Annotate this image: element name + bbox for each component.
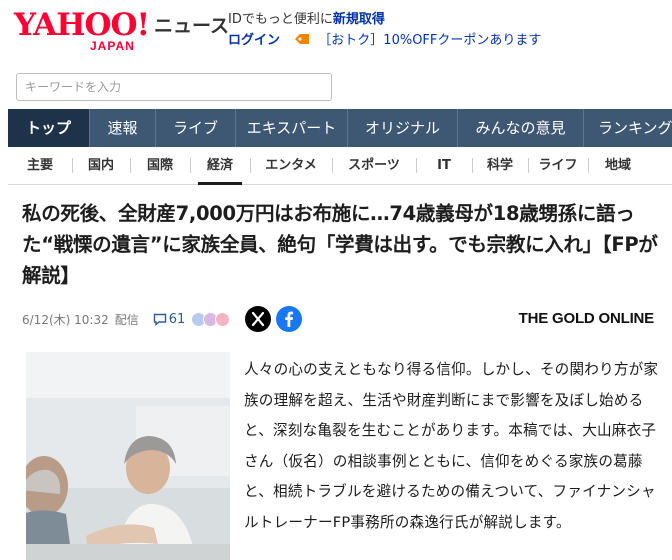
logo-wordmark: YAHOO!	[14, 7, 150, 43]
category-domestic[interactable]: 国内	[72, 147, 130, 184]
coupon-link[interactable]: ［おトク］10%OFFクーポンあります	[318, 33, 541, 48]
site-header: YAHOO! JAPAN ニュース IDでもっと便利に新規取得 ログイン ［おト…	[0, 0, 672, 62]
main-nav-live[interactable]: ライブ	[156, 109, 236, 147]
share-x-button[interactable]	[245, 306, 271, 332]
article-meta: 6/12(木) 10:32 配信 61	[22, 306, 231, 332]
category-entertainment[interactable]: エンタメ	[250, 147, 332, 184]
category-nav: 主要 国内 国際 経済 エンタメ スポーツ IT 科学 ライフ 地域	[8, 147, 672, 185]
main-nav-ranking[interactable]: ランキング	[584, 109, 672, 147]
share-facebook-button[interactable]	[276, 306, 302, 332]
article-photo	[26, 398, 230, 560]
publisher-logo[interactable]: THE GOLD ONLINE	[519, 310, 655, 327]
article-title: 私の死後、全財産7,000万円はお布施に…74歳義母が18歳甥孫に語った“戦慄の…	[22, 202, 658, 287]
comment-count[interactable]: 61	[169, 312, 186, 327]
category-sports[interactable]: スポーツ	[332, 147, 416, 184]
main-nav: トップ 速報 ライブ エキスパート オリジナル みんなの意見 ランキング	[8, 109, 672, 147]
main-nav-opinions[interactable]: みんなの意見	[458, 109, 584, 147]
id-promo-text: IDでもっと便利に	[228, 12, 333, 27]
category-international[interactable]: 国際	[130, 147, 190, 184]
main-nav-original[interactable]: オリジナル	[348, 109, 458, 147]
article-lead: 人々の心の支えともなり得る信仰。しかし、その関わり方が家族の理解を超え、生活や財…	[244, 361, 659, 531]
delivered-label: 配信	[114, 312, 139, 327]
category-local[interactable]: 地域	[588, 147, 648, 184]
yahoo-japan-logo[interactable]: YAHOO! JAPAN	[14, 8, 150, 54]
login-promo: ログイン ［おトク］10%OFFクーポンあります	[228, 33, 541, 49]
search-input[interactable]	[17, 74, 331, 100]
search-box	[16, 73, 332, 101]
category-science[interactable]: 科学	[472, 147, 528, 184]
category-main[interactable]: 主要	[8, 147, 72, 184]
service-name[interactable]: ニュース	[154, 14, 229, 38]
main-nav-expert[interactable]: エキスパート	[236, 109, 348, 147]
comment-icon[interactable]	[153, 313, 167, 326]
category-economy[interactable]: 経済	[190, 147, 250, 185]
facebook-icon	[285, 311, 294, 327]
article-image[interactable]	[26, 352, 230, 560]
tag-icon	[295, 34, 310, 44]
x-icon	[251, 311, 265, 327]
logo-japan: JAPAN	[90, 39, 135, 53]
reaction-face-icon	[215, 311, 231, 327]
main-nav-breaking[interactable]: 速報	[90, 109, 156, 147]
category-it[interactable]: IT	[416, 147, 472, 184]
article-date: 6/12(木) 10:32	[22, 312, 109, 327]
category-life[interactable]: ライフ	[528, 147, 588, 184]
id-promo: IDでもっと便利に新規取得	[228, 12, 385, 28]
signup-link[interactable]: 新規取得	[333, 12, 385, 27]
login-link[interactable]: ログイン	[228, 33, 280, 48]
reaction-faces[interactable]	[191, 311, 231, 327]
main-nav-top[interactable]: トップ	[8, 109, 90, 147]
